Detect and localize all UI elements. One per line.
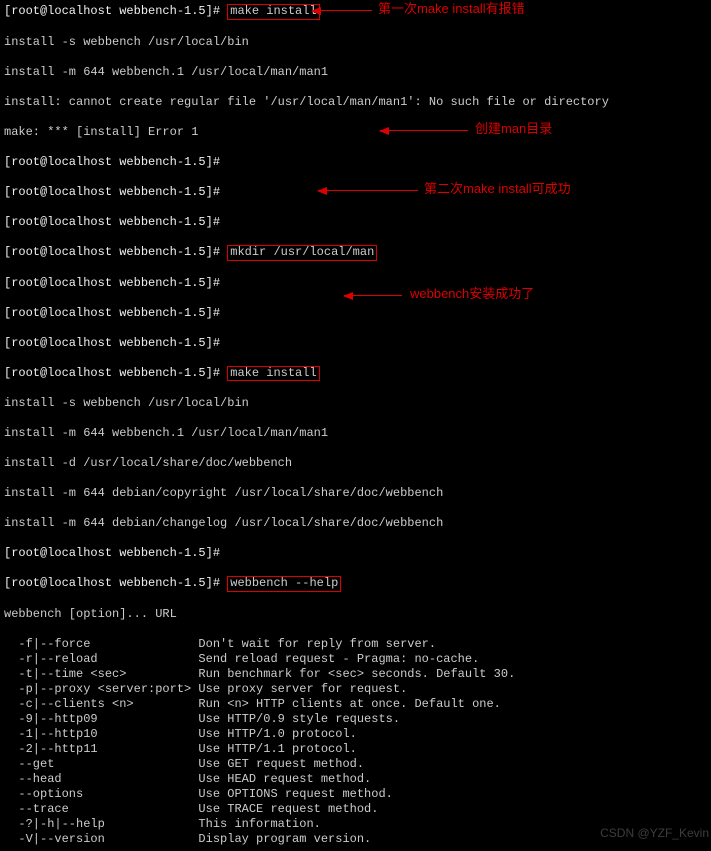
annotation-2: 创建man目录 [475,121,552,137]
terminal-output: [root@localhost webbench-1.5]# make inst… [4,4,711,847]
help-row: --trace Use TRACE request method. [4,802,711,817]
annotation-3: 第二次make install可成功 [424,181,571,197]
shell-prompt: [root@localhost webbench-1.5]# [4,4,220,18]
shell-prompt: [root@localhost webbench-1.5]# [4,245,220,259]
help-row: --get Use GET request method. [4,757,711,772]
shell-prompt: [root@localhost webbench-1.5]# [4,366,220,380]
shell-prompt: [root@localhost webbench-1.5]# [4,276,220,290]
help-row: -t|--time <sec> Run benchmark for <sec> … [4,667,711,682]
cmd-make-install-2: make install [227,366,319,382]
help-row: --head Use HEAD request method. [4,772,711,787]
arrow-icon [318,190,418,191]
output-line: install -m 644 webbench.1 /usr/local/man… [4,426,711,441]
help-row: --options Use OPTIONS request method. [4,787,711,802]
output-line: install -m 644 webbench.1 /usr/local/man… [4,65,711,80]
output-line: install -m 644 debian/changelog /usr/loc… [4,516,711,531]
output-line-error: make: *** [install] Error 1 [4,125,711,140]
shell-prompt: [root@localhost webbench-1.5]# [4,155,220,169]
cmd-make-install-1: make install [227,4,319,20]
shell-prompt: [root@localhost webbench-1.5]# [4,185,220,199]
help-row: -9|--http09 Use HTTP/0.9 style requests. [4,712,711,727]
help-row: -c|--clients <n> Run <n> HTTP clients at… [4,697,711,712]
annotation-4: webbench安装成功了 [410,286,534,302]
help-row: -f|--force Don't wait for reply from ser… [4,637,711,652]
shell-prompt: [root@localhost webbench-1.5]# [4,215,220,229]
output-line: install -m 644 debian/copyright /usr/loc… [4,486,711,501]
output-line: install -s webbench /usr/local/bin [4,396,711,411]
cmd-webbench-help: webbench --help [227,576,341,592]
arrow-icon [344,295,402,296]
arrow-icon [312,10,372,11]
shell-prompt: [root@localhost webbench-1.5]# [4,576,220,590]
annotation-1: 第一次make install有报错 [378,1,525,17]
output-line-error: install: cannot create regular file '/us… [4,95,711,110]
help-row: -1|--http10 Use HTTP/1.0 protocol. [4,727,711,742]
help-row: -r|--reload Send reload request - Pragma… [4,652,711,667]
shell-prompt: [root@localhost webbench-1.5]# [4,546,220,560]
arrow-icon [380,130,468,131]
help-header: webbench [option]... URL [4,607,711,622]
help-row: -2|--http11 Use HTTP/1.1 protocol. [4,742,711,757]
cmd-mkdir: mkdir /usr/local/man [227,245,377,261]
output-line: install -d /usr/local/share/doc/webbench [4,456,711,471]
watermark: CSDN @YZF_Kevin [600,826,709,841]
shell-prompt: [root@localhost webbench-1.5]# [4,306,220,320]
help-row: -p|--proxy <server:port> Use proxy serve… [4,682,711,697]
output-line: install -s webbench /usr/local/bin [4,35,711,50]
shell-prompt: [root@localhost webbench-1.5]# [4,336,220,350]
